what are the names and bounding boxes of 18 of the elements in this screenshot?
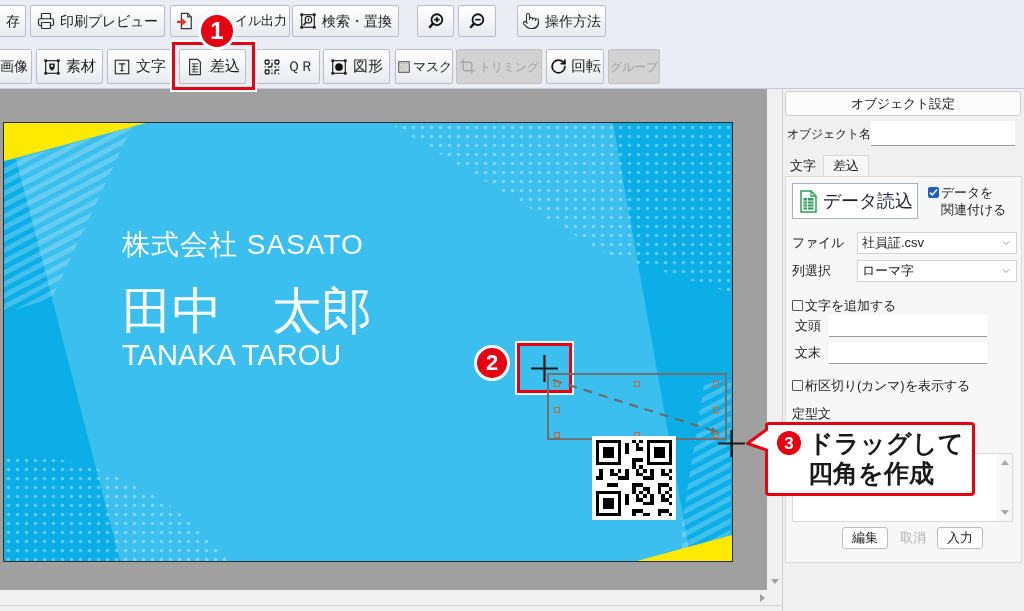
romanized-name: TANAKA TAROU — [122, 338, 342, 372]
callout-text: ドラッグして — [808, 428, 964, 458]
field-label: 列選択 — [792, 262, 832, 281]
callout-text: 四角を作成 — [808, 458, 935, 488]
person-name: 田中 太郎 — [122, 283, 372, 339]
checkbox-label: 関連付ける — [941, 201, 1006, 218]
section-label: 定型文 — [792, 405, 832, 422]
checkbox-label: 文字を追加する — [805, 296, 896, 315]
field-label: ファイル — [792, 234, 845, 253]
field-label: オブジェクト名 — [786, 125, 871, 143]
company-name: 株式会社 SASATO — [122, 229, 364, 261]
step-number-badge: 3 — [777, 431, 801, 455]
step-number-badge: 2 — [474, 345, 510, 381]
checkbox-label: データを — [941, 184, 994, 201]
field-label: 文末 — [794, 344, 822, 363]
checkbox-label: 桁区切り(カンマ)を表示する — [805, 376, 970, 395]
field-label: 文頭 — [794, 317, 822, 336]
object-settings-header: オブジェクト設定 — [785, 91, 1021, 116]
